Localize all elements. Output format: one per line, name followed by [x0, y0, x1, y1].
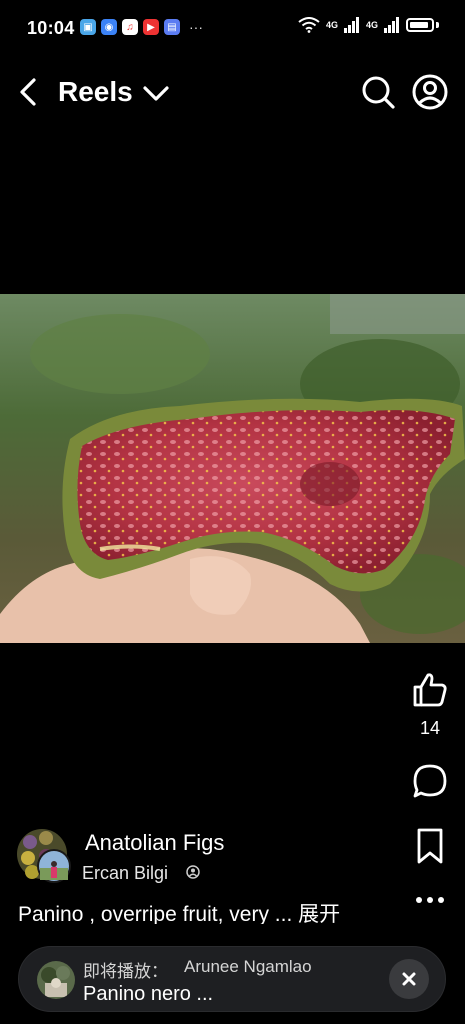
avatar-image	[17, 829, 71, 883]
up-next-title: Panino nero ...	[83, 983, 214, 1005]
page-name[interactable]: Anatolian Figs	[85, 830, 224, 856]
app-notification-icon: ◉	[101, 19, 117, 35]
notification-icons: ▣ ◉ ♫ ▶ ▤ ···	[80, 19, 203, 35]
save-button[interactable]	[412, 826, 448, 866]
up-next-author: Arunee Ngamlao	[184, 957, 312, 976]
like-count: 14	[419, 718, 441, 738]
page-title: Reels	[58, 76, 133, 107]
bookmark-icon	[417, 828, 443, 864]
profile-icon	[412, 74, 448, 110]
signal-icon	[384, 17, 399, 33]
battery-icon	[406, 18, 434, 32]
search-button[interactable]	[358, 72, 398, 112]
network-type-label: 4G	[325, 20, 338, 30]
more-options-button[interactable]	[410, 888, 450, 912]
network-type-label: 4G	[365, 20, 378, 30]
wifi-icon	[298, 17, 320, 33]
up-next-thumbnail	[37, 961, 75, 999]
comment-button[interactable]	[410, 762, 450, 802]
post-caption[interactable]: Panino , overripe fruit, very ... 展开	[18, 898, 368, 924]
profile-badge-icon	[186, 865, 200, 879]
system-icons: 4G 4G	[298, 17, 439, 33]
reels-menu-dropdown[interactable]	[140, 80, 172, 108]
signal-icon	[343, 17, 359, 33]
app-notification-icon: ▣	[80, 19, 96, 35]
video-frame-image	[0, 294, 465, 643]
comment-icon	[413, 764, 447, 798]
close-up-next-button[interactable]	[389, 959, 429, 999]
more-notifications-icon: ···	[189, 19, 203, 35]
chevron-down-icon	[143, 86, 169, 101]
up-next-bar[interactable]: 即将播放： Arunee Ngamlao Panino nero ...	[18, 946, 446, 1012]
search-icon	[362, 76, 395, 109]
music-notification-icon: ♫	[122, 19, 138, 35]
status-time: 10:04	[27, 18, 75, 38]
author-name[interactable]: Ercan Bilgi	[82, 863, 168, 884]
back-arrow-icon	[20, 78, 36, 106]
close-icon	[402, 972, 416, 986]
caption-text: Panino , overripe fruit, very ...	[18, 903, 299, 924]
page-avatar[interactable]	[16, 828, 76, 886]
video-notification-icon: ▶	[143, 19, 159, 35]
reel-video[interactable]	[0, 294, 465, 643]
thumbs-up-icon	[413, 673, 447, 707]
app-notification-icon: ▤	[164, 19, 180, 35]
more-horizontal-icon	[416, 897, 444, 903]
reels-header: Reels	[0, 62, 465, 122]
like-button[interactable]	[410, 670, 450, 714]
status-bar: 10:04 ▣ ◉ ♫ ▶ ▤ ··· 4G 4G	[0, 0, 465, 56]
profile-button[interactable]	[410, 72, 450, 112]
back-button[interactable]	[14, 74, 44, 110]
up-next-label: 即将播放：	[83, 962, 168, 981]
caption-expand-link[interactable]: 展开	[298, 903, 340, 924]
